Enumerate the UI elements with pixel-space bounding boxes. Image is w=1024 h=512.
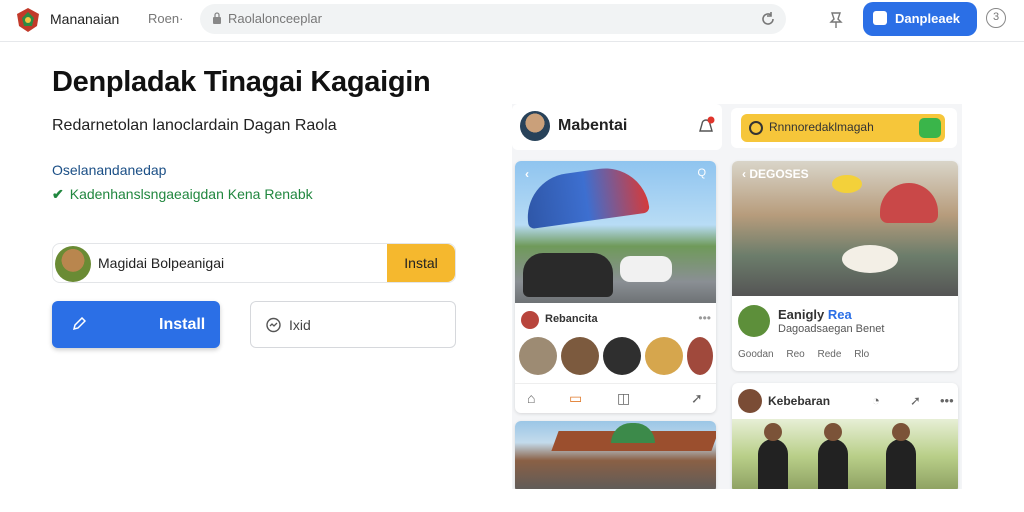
developer-name: Magidai Bolpeanigai (98, 255, 225, 271)
post-avatar (521, 311, 539, 329)
open-app-button[interactable]: Danpleaek (863, 2, 977, 36)
help-icon[interactable]: 3 (986, 8, 1006, 28)
home-icon[interactable]: ⌂ (527, 390, 535, 406)
umbrella-shape (522, 162, 650, 230)
food-post-stats: Goodan Reo Rede Rlo (738, 349, 952, 365)
umbrella-street-photo: ‹ Q (515, 161, 716, 303)
motorbike-shape (523, 253, 613, 297)
feature-line-2: ✔ Kadenhanslsngaeaigdan Kena Renabk (52, 186, 313, 203)
food-post-avatar (738, 305, 770, 337)
street-food-photo: ‹ DEGOSES (732, 161, 958, 296)
share-icon[interactable]: ➚ (691, 390, 703, 407)
search-icon (749, 121, 763, 135)
preview-profile-header: Mabentai (512, 104, 722, 150)
preview-search-text: Rnnnoredaklmagah (769, 120, 874, 134)
person-shape (886, 423, 916, 489)
share-icon[interactable]: ➚ (910, 393, 921, 409)
address-bar[interactable]: Raolalonceeplar (200, 4, 786, 34)
bookmark-icon[interactable]: ▭ (569, 390, 582, 407)
more-icon[interactable]: ••• (940, 393, 954, 408)
story-avatar[interactable] (561, 337, 599, 375)
green-umbrella-shape (611, 423, 655, 443)
install-label: Install (159, 316, 206, 333)
food-post-author: Eanigly Rea (778, 307, 852, 322)
stat-item[interactable]: Goodan (738, 349, 774, 360)
open-app-label: Danpleaek (895, 11, 961, 26)
message-icon[interactable]: ◫ (617, 390, 630, 407)
banana-shape (832, 175, 862, 193)
story-avatar[interactable] (603, 337, 641, 375)
preview-card-umbrella: ‹ Q Rebancita ••• ⌂ ▭ ◫ ➚ (515, 161, 716, 413)
preview-card-houses (515, 421, 716, 489)
preview-avatar (520, 111, 550, 141)
page-title: Denpladak Tinagai Kagaigin (52, 66, 431, 98)
preview-card-group: Kebebaran ◔ ➚ ••• (732, 383, 958, 489)
food-post-info: Eanigly Rea Dagoadsaegan Benet (738, 305, 952, 339)
visit-button[interactable]: Ixid (250, 301, 456, 348)
post-actions: ⌂ ▭ ◫ ➚ (515, 383, 716, 409)
story-avatar[interactable] (687, 337, 713, 375)
more-icon[interactable]: ••• (698, 311, 711, 325)
stories-row (519, 337, 713, 375)
pencil-icon (72, 317, 86, 331)
food-plate-shape (842, 245, 898, 273)
page-subtitle: Redarnetolan lanoclardain Dagan Raola (52, 117, 337, 134)
houses-photo (515, 421, 716, 489)
group-post-header: Kebebaran ◔ ➚ ••• (738, 389, 954, 415)
app-logo-icon[interactable] (14, 6, 42, 34)
person-shape (818, 423, 848, 489)
top-bar: Mananaian Roen· Raolalonceeplar Danpleae… (0, 0, 1024, 42)
lock-icon (213, 12, 221, 24)
developer-avatar (55, 246, 91, 282)
helmet-shape (880, 183, 938, 223)
visit-label: Ixid (289, 317, 311, 333)
back-arrow-icon[interactable]: ‹ (525, 167, 529, 181)
developer-row: Magidai Bolpeanigai Instal (52, 243, 456, 283)
nav-link[interactable]: Roen· (148, 11, 183, 26)
group-post-avatar (738, 389, 762, 413)
check-icon: ✔ (52, 186, 64, 202)
app-icon (873, 11, 887, 25)
preview-search-bar[interactable]: Rnnnoredaklmagah (741, 114, 945, 142)
stat-item[interactable]: Rede (818, 349, 842, 360)
notification-icon[interactable] (696, 116, 716, 136)
stat-item[interactable]: Rlo (854, 349, 869, 360)
photo-overlay-text: ‹ DEGOSES (742, 167, 809, 181)
post-author: Rebancita (545, 313, 598, 325)
story-avatar[interactable] (519, 337, 557, 375)
app-preview: Mabentai Rnnnoredaklmagah ‹ Q Rebancita … (512, 104, 962, 489)
group-photo (732, 419, 958, 489)
car-shape (620, 256, 672, 282)
stat-item[interactable]: Reo (786, 349, 804, 360)
feature-line-2-text: Kadenhanslsngaeaigdan Kena Renabk (69, 186, 313, 202)
install-button[interactable]: Install (52, 301, 220, 348)
post-header: Rebancita ••• (521, 311, 711, 331)
app-name[interactable]: Mananaian (50, 11, 119, 27)
notification-icon[interactable]: ◔ (872, 393, 880, 408)
quick-install-button[interactable]: Instal (387, 244, 455, 282)
preview-profile-title: Mabentai (558, 117, 628, 134)
reload-icon[interactable] (760, 11, 776, 27)
preview-search: Rnnnoredaklmagah (731, 108, 957, 148)
chat-icon (266, 317, 281, 333)
preview-card-food: ‹ DEGOSES Eanigly Rea Dagoadsaegan Benet… (732, 161, 958, 371)
food-post-subtitle: Dagoadsaegan Benet (778, 323, 885, 335)
feature-line-1: Oselanandanedap (52, 162, 167, 178)
group-post-author: Kebebaran (768, 394, 831, 408)
message-icon[interactable] (919, 118, 941, 138)
person-shape (758, 423, 788, 489)
url-text: Raolalonceeplar (228, 11, 322, 26)
pin-icon[interactable] (826, 10, 846, 30)
story-avatar[interactable] (645, 337, 683, 375)
photo-search-icon[interactable]: Q (697, 167, 706, 179)
